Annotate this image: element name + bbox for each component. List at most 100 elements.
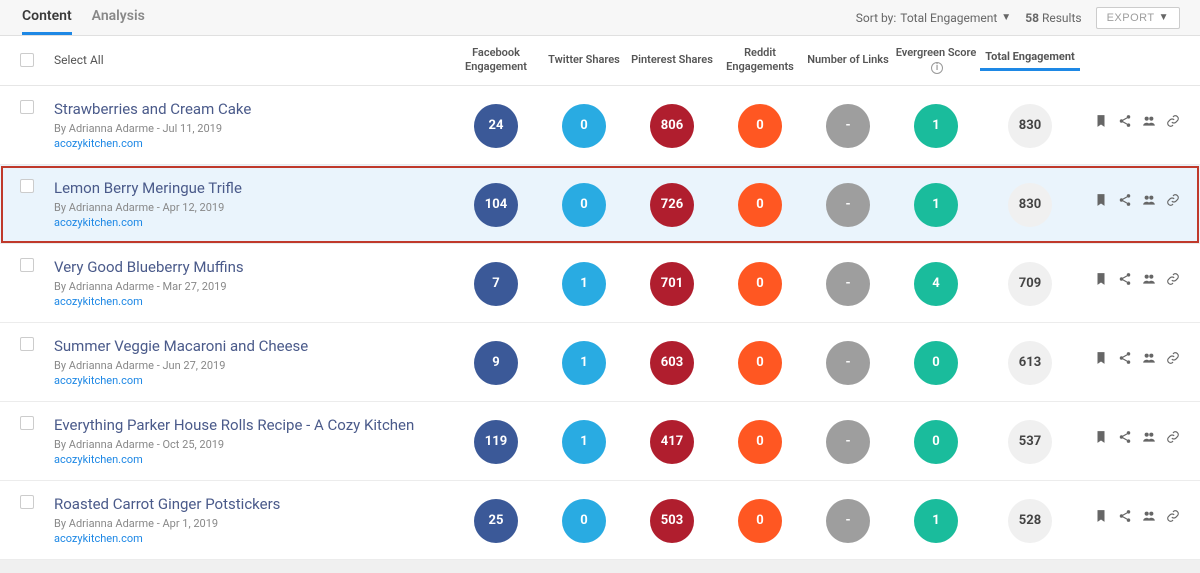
sort-by-dropdown[interactable]: Sort by: Total Engagement ▼	[856, 11, 1011, 25]
tw-value: 0	[562, 104, 606, 148]
tw-value: 1	[562, 341, 606, 385]
people-icon[interactable]	[1142, 272, 1156, 286]
share-icon[interactable]	[1118, 509, 1132, 523]
pin-value: 417	[650, 420, 694, 464]
col-pin[interactable]: Pinterest Shares	[628, 53, 716, 67]
col-ever[interactable]: Evergreen Score i	[892, 46, 980, 75]
row-title[interactable]: Lemon Berry Meringue Trifle	[54, 179, 452, 197]
results-count-wrap: 58 Results	[1025, 11, 1081, 25]
row-meta: By Adrianna Adarme - Jul 11, 2019	[54, 122, 452, 135]
share-icon[interactable]	[1118, 193, 1132, 207]
red-value: 0	[738, 420, 782, 464]
link-icon[interactable]	[1166, 430, 1180, 444]
red-value: 0	[738, 262, 782, 306]
fb-value: 104	[474, 183, 518, 227]
col-tw[interactable]: Twitter Shares	[540, 53, 628, 67]
col-red[interactable]: Reddit Engagements	[716, 46, 804, 75]
row-domain[interactable]: acozykitchen.com	[54, 453, 452, 466]
tw-value: 1	[562, 262, 606, 306]
people-icon[interactable]	[1142, 351, 1156, 365]
ever-value: 1	[914, 183, 958, 227]
link-icon[interactable]	[1166, 509, 1180, 523]
pin-value: 806	[650, 104, 694, 148]
row-domain[interactable]: acozykitchen.com	[54, 216, 452, 229]
export-label: EXPORT	[1107, 12, 1155, 24]
tw-value: 0	[562, 499, 606, 543]
fb-value: 25	[474, 499, 518, 543]
tab-analysis[interactable]: Analysis	[92, 0, 145, 35]
ever-value: 0	[914, 420, 958, 464]
row-title[interactable]: Everything Parker House Rolls Recipe - A…	[54, 416, 452, 434]
col-fb[interactable]: Facebook Engagement	[452, 46, 540, 75]
row-checkbox[interactable]	[20, 258, 34, 272]
export-button[interactable]: EXPORT ▼	[1096, 7, 1180, 29]
links-value: -	[826, 262, 870, 306]
chevron-down-icon: ▼	[1001, 12, 1011, 23]
bookmark-icon[interactable]	[1094, 114, 1108, 128]
row-meta: By Adrianna Adarme - Jun 27, 2019	[54, 359, 452, 372]
row-domain[interactable]: acozykitchen.com	[54, 532, 452, 545]
people-icon[interactable]	[1142, 509, 1156, 523]
bookmark-icon[interactable]	[1094, 272, 1108, 286]
row-checkbox[interactable]	[20, 416, 34, 430]
table-row: Everything Parker House Rolls Recipe - A…	[0, 402, 1200, 481]
share-icon[interactable]	[1118, 430, 1132, 444]
col-links[interactable]: Number of Links	[804, 53, 892, 67]
links-value: -	[826, 420, 870, 464]
results-count: 58	[1025, 11, 1039, 25]
share-icon[interactable]	[1118, 114, 1132, 128]
row-checkbox[interactable]	[20, 495, 34, 509]
bookmark-icon[interactable]	[1094, 430, 1108, 444]
row-title[interactable]: Strawberries and Cream Cake	[54, 100, 452, 118]
pin-value: 503	[650, 499, 694, 543]
sort-by-label: Sort by:	[856, 11, 897, 25]
ever-value: 0	[914, 341, 958, 385]
select-all-label: Select All	[54, 53, 104, 67]
row-meta: By Adrianna Adarme - Mar 27, 2019	[54, 280, 452, 293]
tw-value: 0	[562, 183, 606, 227]
share-icon[interactable]	[1118, 351, 1132, 365]
row-checkbox[interactable]	[20, 100, 34, 114]
people-icon[interactable]	[1142, 193, 1156, 207]
row-meta: By Adrianna Adarme - Apr 12, 2019	[54, 201, 452, 214]
sort-by-value: Total Engagement	[900, 11, 997, 25]
total-value: 830	[1008, 183, 1052, 227]
info-icon[interactable]: i	[931, 62, 943, 74]
row-domain[interactable]: acozykitchen.com	[54, 295, 452, 308]
links-value: -	[826, 341, 870, 385]
row-domain[interactable]: acozykitchen.com	[54, 374, 452, 387]
chevron-down-icon: ▼	[1159, 12, 1169, 23]
total-value: 528	[1008, 499, 1052, 543]
ever-value: 1	[914, 104, 958, 148]
row-title[interactable]: Very Good Blueberry Muffins	[54, 258, 452, 276]
tab-content[interactable]: Content	[22, 0, 72, 35]
row-title[interactable]: Summer Veggie Macaroni and Cheese	[54, 337, 452, 355]
row-domain[interactable]: acozykitchen.com	[54, 137, 452, 150]
share-icon[interactable]	[1118, 272, 1132, 286]
bookmark-icon[interactable]	[1094, 193, 1108, 207]
row-meta: By Adrianna Adarme - Apr 1, 2019	[54, 517, 452, 530]
fb-value: 7	[474, 262, 518, 306]
link-icon[interactable]	[1166, 193, 1180, 207]
total-value: 537	[1008, 420, 1052, 464]
select-all-checkbox[interactable]	[20, 53, 34, 67]
bookmark-icon[interactable]	[1094, 351, 1108, 365]
red-value: 0	[738, 341, 782, 385]
people-icon[interactable]	[1142, 114, 1156, 128]
tw-value: 1	[562, 420, 606, 464]
pin-value: 603	[650, 341, 694, 385]
row-checkbox[interactable]	[20, 179, 34, 193]
row-meta: By Adrianna Adarme - Oct 25, 2019	[54, 438, 452, 451]
row-title[interactable]: Roasted Carrot Ginger Potstickers	[54, 495, 452, 513]
row-checkbox[interactable]	[20, 337, 34, 351]
pin-value: 701	[650, 262, 694, 306]
link-icon[interactable]	[1166, 272, 1180, 286]
link-icon[interactable]	[1166, 114, 1180, 128]
col-total[interactable]: Total Engagement	[980, 50, 1080, 71]
fb-value: 119	[474, 420, 518, 464]
ever-value: 1	[914, 499, 958, 543]
bookmark-icon[interactable]	[1094, 509, 1108, 523]
link-icon[interactable]	[1166, 351, 1180, 365]
table-row: Summer Veggie Macaroni and Cheese By Adr…	[0, 323, 1200, 402]
people-icon[interactable]	[1142, 430, 1156, 444]
